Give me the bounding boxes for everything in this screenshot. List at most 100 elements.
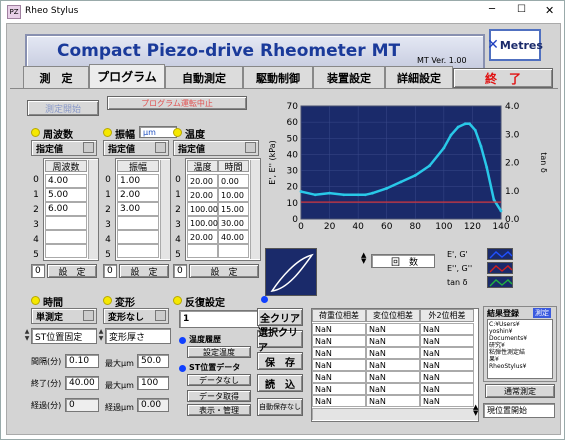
st-fix-stepper[interactable]: ▲ ▼ — [23, 328, 31, 342]
position-start-field[interactable]: 現位置開始 — [483, 403, 555, 418]
result-cell[interactable]: NaN — [420, 395, 474, 407]
amplitude-unit-select[interactable]: μm — [139, 126, 177, 138]
temperature-cell[interactable]: 40.00 — [218, 230, 249, 244]
no-data-button[interactable]: データなし — [187, 374, 251, 386]
frequency-count-field[interactable]: 0 — [31, 264, 45, 278]
tab-1[interactable]: プログラム — [89, 64, 165, 88]
set-temp-button[interactable]: 設定温度 — [187, 346, 251, 358]
side-button-1[interactable]: 選択クリア — [257, 328, 303, 354]
result-cell[interactable]: NaN — [366, 371, 420, 383]
result-cell[interactable]: NaN — [366, 323, 420, 335]
temperature-table-scrollbar[interactable] — [250, 160, 260, 259]
result-cell[interactable]: NaN — [312, 395, 366, 407]
result-cell[interactable]: NaN — [420, 359, 474, 371]
temperature-cell[interactable]: 0.00 — [218, 174, 249, 188]
temperature-cell[interactable]: 20.00 — [187, 188, 218, 202]
interval-field[interactable]: 0.10 — [65, 354, 99, 368]
tab-4[interactable]: 装置設定 — [313, 66, 385, 88]
elapsed-field[interactable]: 0 — [65, 398, 99, 412]
frequency-cell[interactable]: 6.00 — [45, 202, 87, 216]
counter-field[interactable]: 回 数 — [371, 254, 435, 268]
amplitude-cell[interactable] — [117, 230, 159, 244]
frequency-set-button[interactable]: 設 定 — [47, 264, 97, 278]
temperature-cell[interactable]: 30.00 — [218, 216, 249, 230]
deformation-mode-dropdown-icon[interactable] — [155, 310, 166, 321]
acquire-data-button[interactable]: データ取得 — [187, 390, 251, 402]
result-cell[interactable]: NaN — [312, 383, 366, 395]
st-fix-field[interactable]: ST位置固定 — [31, 328, 97, 344]
tab-3[interactable]: 駆動制御 — [243, 66, 313, 88]
amplitude-count-field[interactable]: 0 — [103, 264, 117, 278]
temperature-col1-header: 温度 — [187, 160, 218, 173]
deform-thick-field[interactable]: 変形厚さ — [105, 328, 171, 344]
minimize-button[interactable]: ─ — [489, 4, 495, 15]
time-mode-dropdown-icon[interactable] — [83, 310, 94, 321]
close-button[interactable]: ✕ — [545, 4, 554, 17]
amplitude-mode-dropdown-icon[interactable] — [155, 142, 166, 153]
tab-5[interactable]: 詳細設定 — [385, 66, 453, 88]
end-field[interactable]: 40.00 — [65, 376, 99, 390]
amplitude-table-scrollbar[interactable] — [160, 160, 170, 259]
temperature-cell[interactable]: 20.00 — [187, 174, 218, 188]
exit-button[interactable]: 終 了 — [453, 68, 553, 88]
position-stepper[interactable]: ▲ ▼ — [473, 404, 478, 417]
amplitude-set-button[interactable]: 設 定 — [119, 264, 169, 278]
elapsed2-field[interactable]: 0.00 — [137, 398, 169, 412]
amplitude-cell[interactable]: 3.00 — [117, 202, 159, 216]
result-cell[interactable]: NaN — [420, 371, 474, 383]
temperature-cell[interactable]: 10.00 — [218, 188, 249, 202]
temperature-set-button[interactable]: 設 定 — [189, 264, 259, 278]
temperature-mode-dropdown-icon[interactable] — [245, 142, 256, 153]
counter-stepper[interactable]: ▲ ▼ — [361, 252, 366, 265]
normal-measure-button[interactable]: 通常測定 — [485, 384, 555, 398]
max-field[interactable]: 100 — [137, 376, 169, 390]
temperature-cell[interactable] — [187, 244, 218, 258]
amplitude-cell[interactable]: 2.00 — [117, 188, 159, 202]
result-cell[interactable]: NaN — [312, 371, 366, 383]
frequency-cell[interactable] — [45, 230, 87, 244]
tab-2[interactable]: 自動測定 — [165, 66, 243, 88]
amplitude-cell[interactable]: 1.00 — [117, 174, 159, 188]
result-cell[interactable]: NaN — [420, 347, 474, 359]
frequency-cell[interactable] — [45, 244, 87, 258]
frequency-cell[interactable] — [45, 216, 87, 230]
result-cell[interactable]: NaN — [420, 323, 474, 335]
temperature-cell[interactable]: 100.00 — [187, 202, 218, 216]
start-button[interactable]: 測定開始 — [27, 100, 99, 116]
frequency-row-index: 1 — [33, 190, 39, 200]
result-cell[interactable]: NaN — [366, 359, 420, 371]
side-button-2[interactable]: 保 存 — [257, 352, 303, 370]
stop-program-button[interactable]: プログラム運転中止 — [107, 96, 247, 110]
result-cell[interactable]: NaN — [420, 383, 474, 395]
result-cell[interactable]: NaN — [312, 359, 366, 371]
result-cell[interactable]: NaN — [312, 335, 366, 347]
temperature-count-field[interactable]: 0 — [173, 264, 187, 278]
side-button-3[interactable]: 読 込 — [257, 374, 303, 392]
frequency-cell[interactable]: 5.00 — [45, 188, 87, 202]
amplitude-cell[interactable] — [117, 216, 159, 230]
result-cell[interactable]: NaN — [312, 323, 366, 335]
amplitude-cell[interactable] — [117, 244, 159, 258]
result-cell[interactable]: NaN — [366, 347, 420, 359]
frequency-mode-dropdown-icon[interactable] — [83, 142, 94, 153]
auto-save-button[interactable]: 自動保存なし — [257, 398, 303, 416]
max50-field[interactable]: 50.0 — [137, 354, 169, 368]
frequency-table-scrollbar[interactable] — [88, 160, 98, 259]
temperature-cell[interactable]: 15.00 — [218, 202, 249, 216]
result-table-scrollbar[interactable] — [312, 408, 478, 420]
result-cell[interactable]: NaN — [366, 395, 420, 407]
frequency-cell[interactable]: 4.00 — [45, 174, 87, 188]
display-manage-button[interactable]: 表示・管理 — [187, 404, 251, 416]
repeat-value-field[interactable]: 1 — [179, 310, 259, 328]
result-cell[interactable]: NaN — [420, 335, 474, 347]
result-cell[interactable]: NaN — [312, 347, 366, 359]
result-cell[interactable]: NaN — [366, 335, 420, 347]
tab-0[interactable]: 測 定 — [23, 66, 89, 88]
temperature-cell[interactable]: 20.00 — [187, 230, 218, 244]
temperature-cell[interactable] — [218, 244, 249, 258]
deform-thick-stepper[interactable]: ▲ ▼ — [97, 328, 105, 342]
maximize-button[interactable]: ☐ — [517, 4, 526, 15]
results-tag[interactable]: 測定 — [533, 308, 551, 318]
temperature-cell[interactable]: 100.00 — [187, 216, 218, 230]
result-cell[interactable]: NaN — [366, 383, 420, 395]
